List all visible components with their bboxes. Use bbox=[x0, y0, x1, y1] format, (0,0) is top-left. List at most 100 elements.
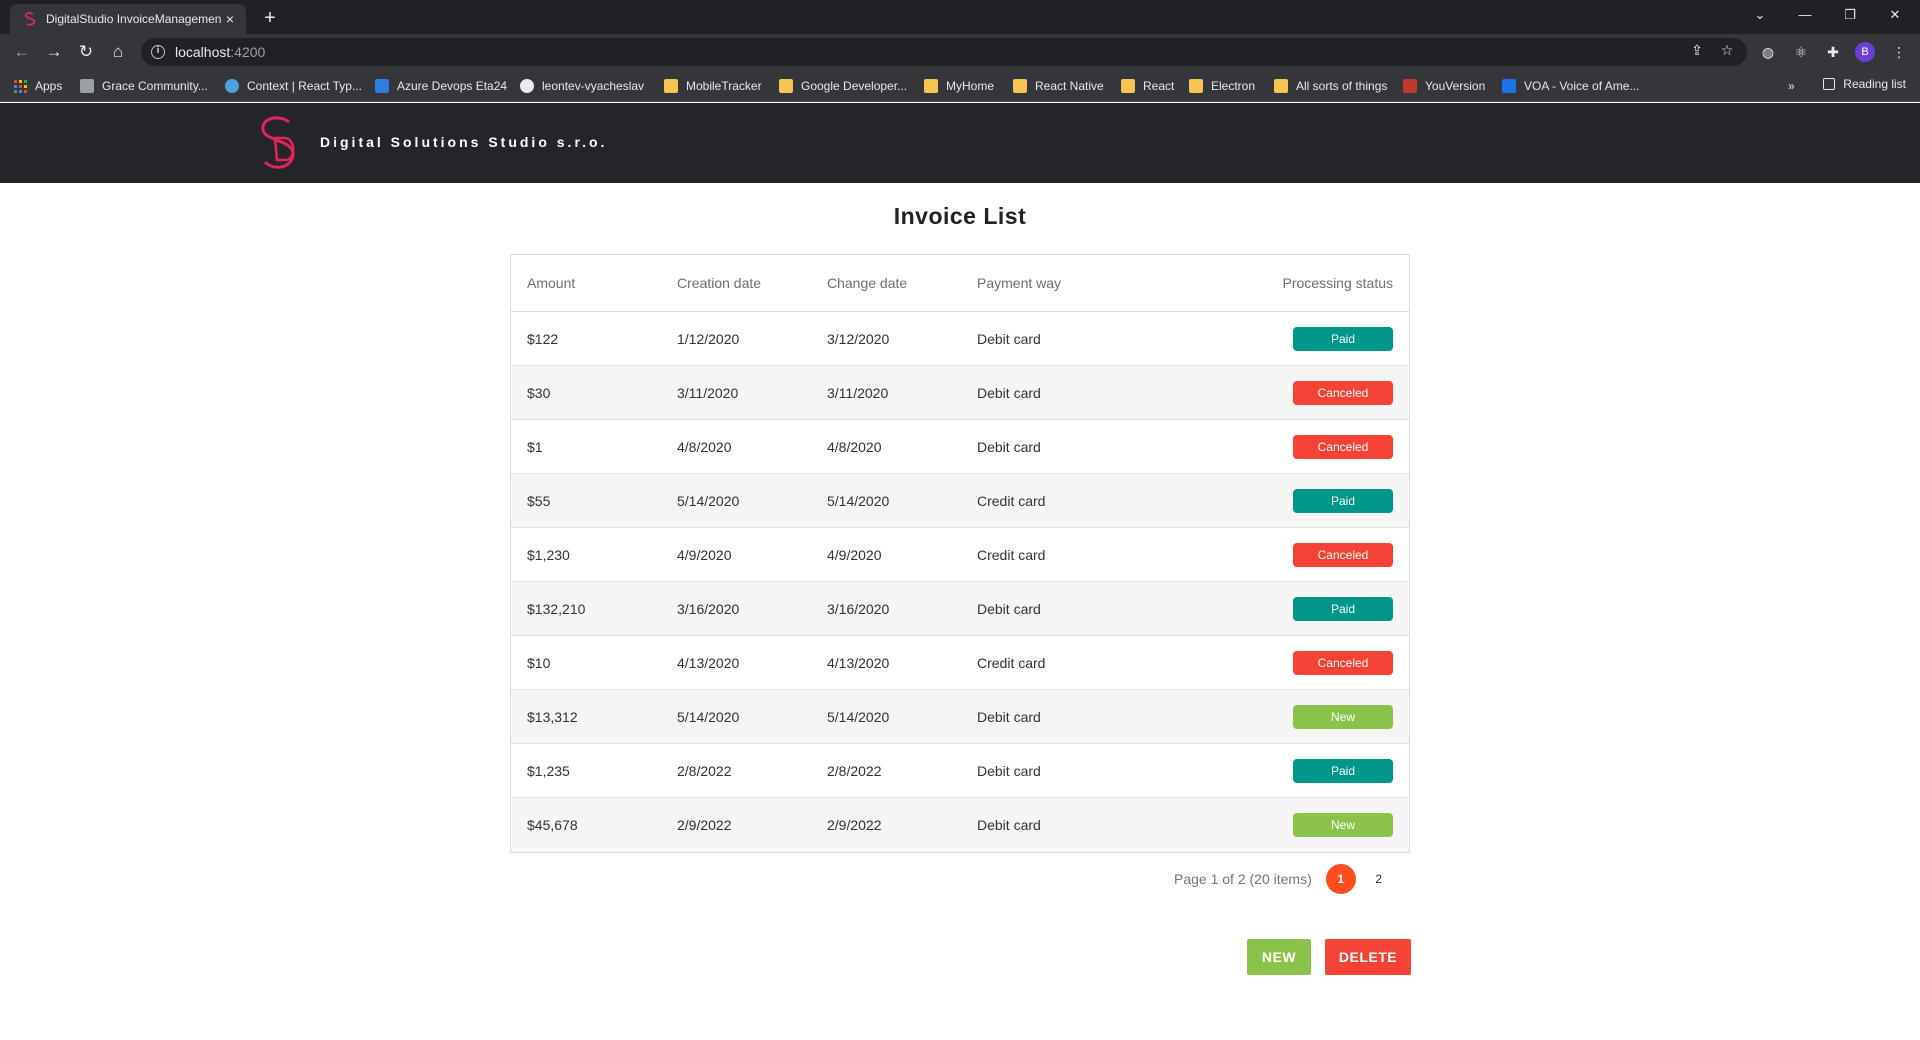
bookmark-item[interactable]: React bbox=[1121, 77, 1174, 95]
cell-change-date: 4/13/2020 bbox=[827, 654, 890, 671]
bookmark-item[interactable]: MobileTracker bbox=[664, 77, 762, 95]
bookmark-item[interactable]: Apps bbox=[14, 77, 62, 95]
browser-tab[interactable]: DigitalStudio InvoiceManagemen × bbox=[10, 4, 246, 34]
cell-processing-status: Canceled bbox=[1127, 434, 1409, 459]
cell-amount: $45,678 bbox=[527, 817, 578, 833]
bookmark-item[interactable]: All sorts of things bbox=[1274, 77, 1387, 95]
extensions-puzzle-icon[interactable]: ✚ bbox=[1822, 42, 1844, 62]
column-header-payment-way[interactable]: Payment way bbox=[977, 275, 1127, 291]
folder-icon bbox=[1189, 79, 1203, 93]
bookmark-item[interactable]: Electron bbox=[1189, 77, 1255, 95]
bookmark-label: Apps bbox=[35, 79, 63, 93]
table-row[interactable]: $1,230 4/9/2020 4/9/2020 Credit card Cancele… bbox=[511, 528, 1409, 582]
bookmark-label: MobileTracker bbox=[686, 79, 762, 93]
close-window-icon[interactable]: ✕ bbox=[1875, 0, 1915, 30]
page-button-1[interactable]: 1 bbox=[1325, 864, 1356, 894]
cell-change-date: 3/11/2020 bbox=[827, 384, 889, 401]
reading-list-button[interactable]: Reading list bbox=[1823, 77, 1906, 91]
status-badge: Canceled bbox=[1293, 542, 1393, 567]
table-row[interactable]: $45,678 2/9/2022 2/9/2022 Debit card New bbox=[511, 798, 1409, 852]
invoice-table: Amount Creation date Change date Payment… bbox=[510, 254, 1410, 853]
table-header: Amount Creation date Change date Payment… bbox=[511, 255, 1409, 312]
column-header-change-date[interactable]: Change date bbox=[827, 275, 977, 291]
cloud-icon bbox=[225, 79, 239, 93]
cell-processing-status: Canceled bbox=[1127, 542, 1409, 567]
reading-list-icon bbox=[1823, 78, 1836, 90]
bookmark-item[interactable]: leontev-vyacheslav bbox=[520, 77, 644, 95]
cell-processing-status: Canceled bbox=[1127, 380, 1409, 405]
cell-amount: $30 bbox=[527, 384, 551, 401]
table-row[interactable]: $122 1/12/2020 3/12/2020 Debit card Paid bbox=[511, 312, 1409, 366]
pager-info: Page 1 of 2 (20 items) bbox=[1174, 871, 1312, 887]
status-badge: Paid bbox=[1293, 326, 1393, 351]
cell-payment-way: Credit card bbox=[977, 492, 1046, 509]
column-header-processing-status[interactable]: Processing status bbox=[1127, 275, 1409, 291]
studio-logo-icon bbox=[261, 116, 295, 169]
table-body: $122 1/12/2020 3/12/2020 Debit card Paid $30 3… bbox=[511, 312, 1409, 852]
cell-change-date: 2/8/2022 bbox=[827, 762, 882, 779]
page-button-2[interactable]: 2 bbox=[1364, 864, 1394, 894]
cell-change-date: 2/9/2022 bbox=[827, 817, 882, 833]
table-row[interactable]: $1 4/8/2020 4/8/2020 Debit card Canceled bbox=[511, 420, 1409, 474]
column-header-amount[interactable]: Amount bbox=[527, 275, 677, 291]
studio-logo-icon bbox=[24, 12, 36, 26]
cell-payment-way: Debit card bbox=[977, 330, 1041, 347]
menu-kebab-icon[interactable]: ⋮ bbox=[1888, 42, 1910, 62]
bookmark-item[interactable]: VOA - Voice of Ame... bbox=[1502, 77, 1639, 95]
bookmark-item[interactable]: MyHome bbox=[924, 77, 994, 95]
cell-creation-date: 3/11/2020 bbox=[677, 384, 739, 401]
bookmark-label: VOA - Voice of Ame... bbox=[1524, 79, 1640, 93]
cell-amount: $55 bbox=[527, 492, 551, 509]
bookmarks-overflow-icon[interactable]: » bbox=[1788, 77, 1795, 95]
column-header-creation-date[interactable]: Creation date bbox=[677, 275, 827, 291]
share-icon[interactable]: ⇪ bbox=[1687, 42, 1707, 59]
reload-icon[interactable]: ↻ bbox=[74, 40, 98, 64]
cell-processing-status: New bbox=[1127, 704, 1409, 729]
table-row[interactable]: $55 5/14/2020 5/14/2020 Credit card Paid bbox=[511, 474, 1409, 528]
brand-name: Digital Solutions Studio s.r.o. bbox=[320, 134, 608, 150]
bookmark-item[interactable]: Context | React Typ... bbox=[225, 77, 362, 95]
table-row[interactable]: $30 3/11/2020 3/11/2020 Debit card Canceled bbox=[511, 366, 1409, 420]
bookmark-item[interactable]: Google Developer... bbox=[779, 77, 907, 95]
bookmark-item[interactable]: Azure Devops Eta24 bbox=[375, 77, 507, 95]
cell-payment-way: Debit card bbox=[977, 384, 1041, 401]
home-icon[interactable]: ⌂ bbox=[106, 40, 130, 64]
site-info-icon[interactable]: i bbox=[151, 45, 165, 59]
react-extension-icon[interactable]: ⚛ bbox=[1790, 42, 1812, 62]
new-invoice-button[interactable]: NEW bbox=[1247, 939, 1311, 975]
cell-creation-date: 5/14/2020 bbox=[677, 492, 740, 509]
table-row[interactable]: $1,235 2/8/2022 2/8/2022 Debit card Paid bbox=[511, 744, 1409, 798]
cell-change-date: 3/16/2020 bbox=[827, 600, 890, 617]
browser-tabstrip: DigitalStudio InvoiceManagemen × + ⌄ — ❐… bbox=[0, 0, 1920, 34]
address-bar[interactable]: i localhost :4200 ⇪ ☆ bbox=[141, 38, 1747, 66]
table-row[interactable]: $10 4/13/2020 4/13/2020 Credit card Canceled bbox=[511, 636, 1409, 690]
table-row[interactable]: $132,210 3/16/2020 3/16/2020 Debit card Paid bbox=[511, 582, 1409, 636]
cell-processing-status: Canceled bbox=[1127, 650, 1409, 675]
minimize-icon[interactable]: — bbox=[1785, 0, 1825, 30]
bookmark-item[interactable]: Grace Community... bbox=[80, 77, 208, 95]
bookmarks-bar: Apps Grace Community... Context | React Ty… bbox=[0, 70, 1920, 102]
new-tab-button[interactable]: + bbox=[258, 6, 282, 30]
cell-creation-date: 3/16/2020 bbox=[677, 600, 740, 617]
tab-close-icon[interactable]: × bbox=[222, 11, 238, 27]
folder-icon bbox=[779, 79, 793, 93]
tab-search-icon[interactable]: ⌄ bbox=[1740, 0, 1780, 30]
globe-extension-icon[interactable]: ◍ bbox=[1757, 42, 1779, 62]
cell-change-date: 5/14/2020 bbox=[827, 708, 890, 725]
delete-invoice-button[interactable]: DELETE bbox=[1325, 939, 1411, 975]
profile-avatar[interactable]: B bbox=[1855, 42, 1875, 62]
bookmark-star-icon[interactable]: ☆ bbox=[1717, 42, 1737, 59]
azure-icon bbox=[375, 79, 389, 93]
bookmark-item[interactable]: React Native bbox=[1013, 77, 1104, 95]
restore-icon[interactable]: ❐ bbox=[1830, 0, 1870, 30]
bookmark-item[interactable]: YouVersion bbox=[1403, 77, 1485, 95]
back-icon[interactable]: ← bbox=[10, 40, 34, 64]
bookmark-label: Azure Devops Eta24 bbox=[397, 79, 508, 93]
cell-processing-status: Paid bbox=[1127, 758, 1409, 783]
cell-payment-way: Debit card bbox=[977, 438, 1041, 455]
cell-creation-date: 2/9/2022 bbox=[677, 817, 732, 833]
table-row[interactable]: $13,312 5/14/2020 5/14/2020 Debit card New bbox=[511, 690, 1409, 744]
forward-icon[interactable]: → bbox=[42, 40, 66, 64]
cell-change-date: 4/9/2020 bbox=[827, 546, 882, 563]
status-badge: Paid bbox=[1293, 488, 1393, 513]
